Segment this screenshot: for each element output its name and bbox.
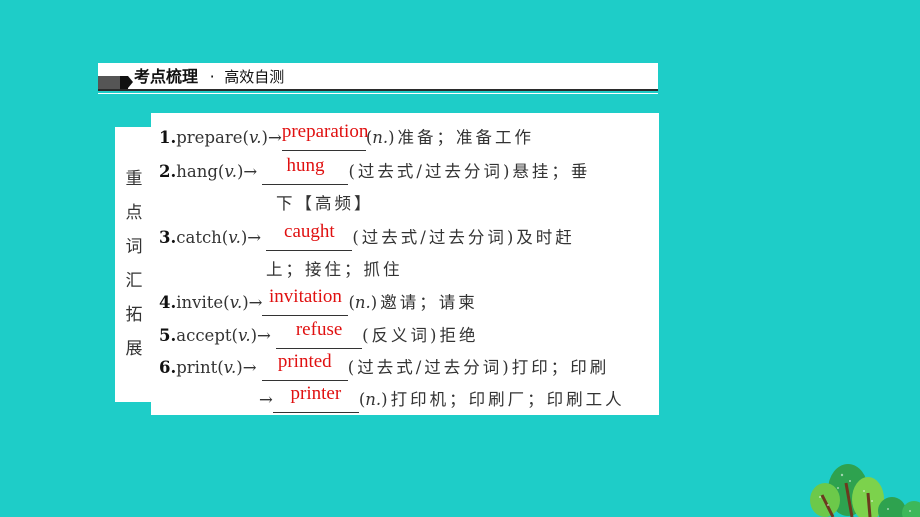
answer-blank: hung [262, 156, 349, 185]
item-meaning-continued: 下【高频】 [276, 194, 374, 213]
item-meaning: (过去式/过去分词)及时赶 [352, 228, 575, 247]
side-label-char: 点 [125, 203, 143, 223]
answer-blank: printer [272, 384, 359, 413]
item-meaning: (过去式/过去分词)打印；印刷 [347, 358, 610, 377]
item-meaning: (反义词)拒绝 [362, 326, 479, 345]
vocab-item: 4.invite(v.)→ invitation (n.)邀请；请柬 [159, 287, 478, 318]
item-note-pos: n. [372, 128, 389, 147]
item-word: catch( [176, 228, 229, 247]
answer-text: printed [277, 351, 332, 372]
answer-text: caught [284, 221, 335, 242]
side-label-char: 拓 [125, 305, 143, 325]
side-label-box: 重 点 词 汇 拓 展 [115, 127, 153, 402]
vocab-item: 2.hang(v.)→ hung (过去式/过去分词)悬挂；垂 [159, 156, 591, 187]
vocab-item-continuation: → printer (n.)打印机；印刷厂；印刷工人 [259, 384, 625, 415]
item-arrow: )→ [236, 358, 257, 377]
side-label-char: 词 [125, 237, 143, 257]
answer-text: invitation [269, 286, 342, 307]
item-pos: v. [228, 228, 241, 247]
item-arrow: )→ [250, 326, 271, 345]
item-arrow: → [259, 390, 273, 409]
section-header: 考点梳理 · 高效自测 [98, 63, 658, 94]
tree-icon [878, 497, 920, 517]
header-arrow-icon [120, 76, 133, 89]
item-meaning: )打印机；印刷厂；印刷工人 [381, 390, 625, 409]
item-arrow: )→ [236, 162, 258, 181]
item-number: 2. [159, 162, 177, 181]
answer-blank: refuse [276, 320, 363, 349]
header-marker-icon [98, 76, 120, 89]
trees-decoration [810, 464, 920, 517]
item-number: 3. [159, 228, 177, 247]
vocab-item-continuation: 上；接住；抓住 [266, 255, 403, 285]
answer-text: preparation [281, 121, 369, 142]
answer-blank: printed [261, 352, 348, 381]
item-pos: v. [237, 326, 251, 345]
vocab-item: 1.prepare(v.)→preparation(n.)准备；准备工作 [159, 122, 535, 153]
side-label-char: 汇 [125, 271, 143, 291]
answer-blank: preparation [281, 122, 368, 151]
vocab-item: 6.print(v.)→ printed (过去式/过去分词)打印；印刷 [159, 352, 610, 383]
side-label-char: 展 [125, 339, 143, 359]
section-title-main: 考点梳理 [134, 67, 199, 86]
item-pos: v. [224, 162, 237, 181]
section-title-sub: 高效自测 [224, 68, 285, 86]
section-title: 考点梳理 · 高效自测 [134, 64, 284, 90]
item-meaning: (过去式/过去分词)悬挂；垂 [348, 162, 591, 181]
answer-blank: invitation [262, 287, 349, 316]
item-arrow: )→ [261, 128, 282, 147]
item-word: prepare( [176, 128, 249, 147]
item-number: 4. [159, 293, 177, 312]
item-word: print( [176, 358, 224, 377]
answer-text: printer [290, 383, 342, 404]
section-title-separator: · [209, 67, 215, 86]
answer-text: refuse [295, 319, 343, 340]
answer-blank: caught [266, 222, 353, 251]
tree-icon [810, 483, 840, 517]
vocab-item-continuation: 下【高频】 [276, 189, 374, 219]
item-note-pos: n. [354, 293, 371, 312]
item-number: 1. [159, 128, 177, 147]
vocab-item: 3.catch(v.)→ caught (过去式/过去分词)及时赶 [159, 222, 575, 253]
answer-text: hung [286, 155, 325, 176]
vocabulary-list: 1.prepare(v.)→preparation(n.)准备；准备工作 2.h… [151, 113, 659, 415]
item-pos: v. [248, 128, 262, 147]
item-meaning: )准备；准备工作 [388, 128, 535, 147]
side-label: 重 点 词 汇 拓 展 [115, 162, 153, 366]
item-word: accept( [176, 326, 238, 345]
item-word: hang( [176, 162, 225, 181]
item-arrow: )→ [240, 228, 262, 247]
side-label-char: 重 [125, 169, 143, 189]
item-meaning-continued: 上；接住；抓住 [266, 260, 403, 279]
item-meaning: )邀请；请柬 [370, 293, 478, 312]
item-number: 5. [159, 326, 177, 345]
item-word: invite( [176, 293, 230, 312]
item-pos: v. [223, 358, 237, 377]
item-number: 6. [159, 358, 177, 377]
item-note-pos: n. [365, 390, 382, 409]
item-pos: v. [229, 293, 243, 312]
item-arrow: )→ [242, 293, 263, 312]
vocab-item: 5.accept(v.)→ refuse (反义词)拒绝 [159, 320, 479, 351]
